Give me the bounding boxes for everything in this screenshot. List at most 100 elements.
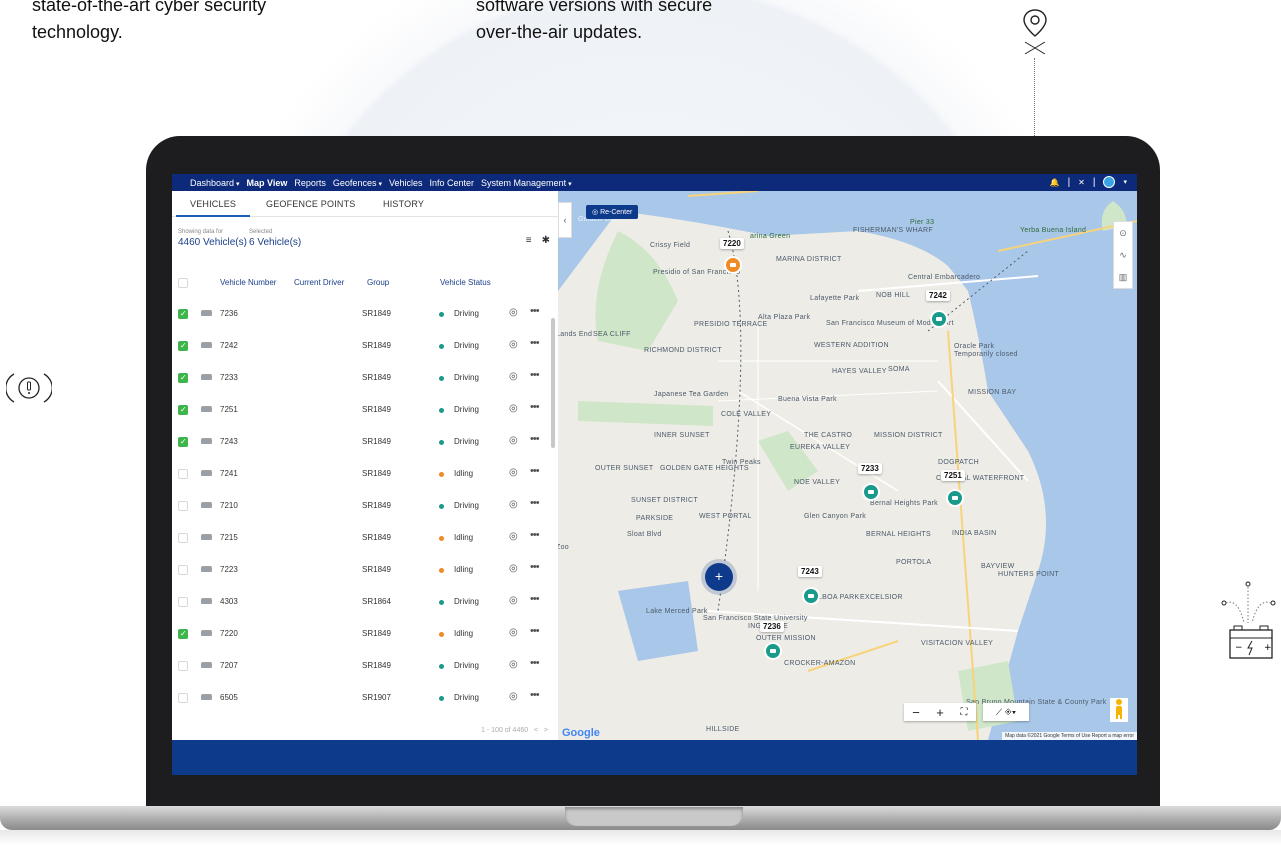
- vehicle-marker-7220[interactable]: [724, 256, 742, 274]
- nav-reports[interactable]: Reports: [294, 178, 326, 188]
- bell-icon[interactable]: 🔔: [1050, 178, 1060, 187]
- column-vehicle-number[interactable]: Vehicle Number: [220, 278, 276, 287]
- more-options-icon[interactable]: •••: [530, 625, 540, 637]
- row-checkbox[interactable]: [178, 565, 188, 575]
- zoom-out-button[interactable]: −: [904, 705, 928, 720]
- column-current-driver[interactable]: Current Driver: [294, 278, 344, 287]
- row-checkbox[interactable]: [178, 405, 188, 415]
- avatar[interactable]: [1103, 176, 1116, 188]
- locate-icon[interactable]: ◎: [509, 531, 518, 542]
- row-checkbox[interactable]: [178, 629, 188, 639]
- table-row[interactable]: 7243 SR1849 Driving ◎ •••: [172, 427, 550, 459]
- table-row[interactable]: 7210 SR1849 Driving ◎ •••: [172, 491, 550, 523]
- more-options-icon[interactable]: •••: [530, 401, 540, 413]
- table-row[interactable]: 7233 SR1849 Driving ◎ •••: [172, 363, 550, 395]
- filter-icon[interactable]: ≡: [526, 235, 532, 246]
- more-options-icon[interactable]: •••: [530, 657, 540, 669]
- next-page-button[interactable]: >: [544, 727, 548, 734]
- row-checkbox[interactable]: [178, 469, 188, 479]
- table-row[interactable]: 6505 SR1907 Driving ◎ •••: [172, 683, 550, 715]
- selected-value[interactable]: 6 Vehicle(s): [249, 237, 301, 248]
- column-vehicle-status[interactable]: Vehicle Status: [440, 278, 491, 287]
- row-checkbox[interactable]: [178, 533, 188, 543]
- activity-tool-icon[interactable]: ∿: [1114, 244, 1132, 266]
- tools-icon[interactable]: ✕: [1078, 178, 1085, 187]
- locate-icon[interactable]: ◎: [509, 435, 518, 446]
- more-options-icon[interactable]: •••: [530, 305, 540, 317]
- fullscreen-icon[interactable]: ⛶: [952, 707, 976, 718]
- vehicle-cluster-marker[interactable]: +: [705, 563, 733, 591]
- locate-icon[interactable]: ◎: [509, 659, 518, 670]
- row-checkbox[interactable]: [178, 341, 188, 351]
- more-options-icon[interactable]: •••: [530, 337, 540, 349]
- locate-icon[interactable]: ◎: [509, 499, 518, 510]
- pegman-icon[interactable]: [1110, 698, 1128, 722]
- table-row[interactable]: 7215 SR1849 Idling ◎ •••: [172, 523, 550, 555]
- locate-icon[interactable]: ◎: [509, 371, 518, 382]
- more-options-icon[interactable]: •••: [530, 561, 540, 573]
- nav-info-center[interactable]: Info Center: [430, 178, 475, 188]
- table-row[interactable]: 7220 SR1849 Idling ◎ •••: [172, 619, 550, 651]
- locate-icon[interactable]: ◎: [509, 691, 518, 702]
- nav-dashboard[interactable]: Dashboard ▾: [190, 178, 240, 188]
- more-options-icon[interactable]: •••: [530, 529, 540, 541]
- vehicle-marker-7236[interactable]: [764, 642, 782, 660]
- locate-icon[interactable]: ◎: [509, 627, 518, 638]
- select-all-checkbox[interactable]: [178, 278, 188, 288]
- locate-icon[interactable]: ◎: [509, 563, 518, 574]
- car-icon: [201, 630, 212, 636]
- nav-geofences[interactable]: Geofences ▾: [333, 178, 382, 188]
- table-row[interactable]: 7241 SR1849 Idling ◎ •••: [172, 459, 550, 491]
- chart-tool-icon[interactable]: ▥: [1114, 266, 1132, 288]
- more-options-icon[interactable]: •••: [530, 689, 540, 701]
- more-options-icon[interactable]: •••: [530, 497, 540, 509]
- tab-history[interactable]: HISTORY: [383, 199, 424, 209]
- table-row[interactable]: 7223 SR1849 Idling ◎ •••: [172, 555, 550, 587]
- prev-page-button[interactable]: <: [534, 727, 538, 734]
- more-options-icon[interactable]: •••: [530, 369, 540, 381]
- recenter-button[interactable]: ◎ Re-Center: [586, 205, 639, 219]
- row-checkbox[interactable]: [178, 373, 188, 383]
- vehicle-marker-7233[interactable]: [862, 483, 880, 501]
- row-checkbox[interactable]: [178, 597, 188, 607]
- more-options-icon[interactable]: •••: [530, 593, 540, 605]
- table-row[interactable]: 7251 SR1849 Driving ◎ •••: [172, 395, 550, 427]
- nav-vehicles[interactable]: Vehicles: [389, 178, 423, 188]
- pin-tool-icon[interactable]: ⊙: [1114, 222, 1132, 244]
- map-view[interactable]: arina Green Crissy Field FISHERMAN'S WHARF…: [558, 191, 1137, 740]
- layers-button[interactable]: ⟋ ◈▾: [983, 703, 1029, 721]
- row-checkbox[interactable]: [178, 693, 188, 703]
- more-options-icon[interactable]: •••: [530, 433, 540, 445]
- collapse-panel-button[interactable]: ‹: [558, 202, 572, 238]
- zoom-in-button[interactable]: +: [928, 705, 952, 720]
- row-checkbox[interactable]: [178, 501, 188, 511]
- table-row[interactable]: 7242 SR1849 Driving ◎ •••: [172, 331, 550, 363]
- table-row[interactable]: 7236 SR1849 Driving ◎ •••: [172, 299, 550, 331]
- table-scrollbar[interactable]: [551, 318, 555, 448]
- gear-icon[interactable]: ✱: [542, 235, 550, 246]
- locate-icon[interactable]: ◎: [509, 595, 518, 606]
- vehicle-marker-7251[interactable]: [946, 489, 964, 507]
- layers-icon[interactable]: ◈▾: [1005, 707, 1016, 717]
- table-row[interactable]: 4303 SR1864 Driving ◎ •••: [172, 587, 550, 619]
- vehicle-marker-7242[interactable]: [930, 310, 948, 328]
- column-group[interactable]: Group: [367, 278, 389, 287]
- tab-vehicles[interactable]: VEHICLES: [175, 199, 251, 217]
- locate-icon[interactable]: ◎: [509, 467, 518, 478]
- row-checkbox[interactable]: [178, 437, 188, 447]
- row-checkbox[interactable]: [178, 661, 188, 671]
- vehicle-marker-7243[interactable]: [802, 587, 820, 605]
- more-options-icon[interactable]: •••: [530, 465, 540, 477]
- map-attribution[interactable]: Map data ©2021 Google Terms of Use Repor…: [1002, 732, 1137, 740]
- table-row[interactable]: 7207 SR1849 Driving ◎ •••: [172, 651, 550, 683]
- ruler-icon[interactable]: ⟋: [996, 707, 1002, 717]
- nav-map-view[interactable]: Map View: [247, 178, 288, 188]
- locate-icon[interactable]: ◎: [509, 307, 518, 318]
- locate-icon[interactable]: ◎: [509, 339, 518, 350]
- tab-geofence-points[interactable]: GEOFENCE POINTS: [266, 199, 356, 209]
- chevron-down-icon[interactable]: ▾: [1123, 178, 1127, 186]
- showing-value[interactable]: 4460 Vehicle(s): [178, 237, 247, 248]
- row-checkbox[interactable]: [178, 309, 188, 319]
- locate-icon[interactable]: ◎: [509, 403, 518, 414]
- nav-system-management[interactable]: System Management ▾: [481, 178, 572, 188]
